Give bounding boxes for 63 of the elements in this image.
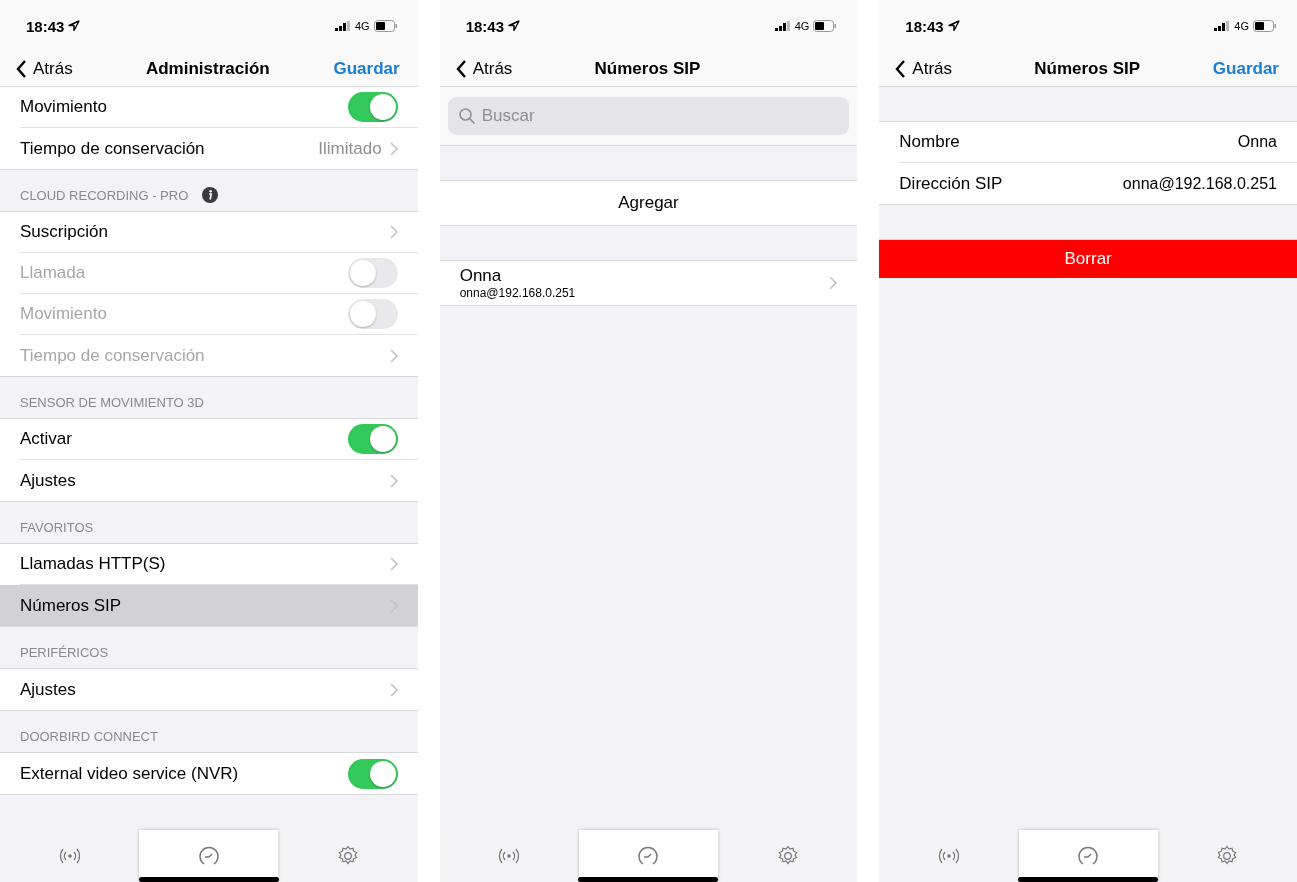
save-button[interactable]: Guardar (333, 59, 400, 79)
settings-row[interactable]: Ajustes (20, 460, 418, 501)
battery-icon (813, 20, 838, 32)
clock-icon (197, 845, 220, 867)
chevron-left-icon (895, 60, 907, 78)
settings-row[interactable]: Dirección SIP onna@192.168.0.251 (899, 163, 1297, 204)
broadcast-icon (937, 848, 960, 864)
chevron-icon (389, 557, 398, 571)
status-time: 18:43 (465, 17, 505, 35)
status-time: 18:43 (26, 17, 65, 35)
section-header: FAVORITOS (20, 520, 94, 535)
chevron-icon (389, 348, 398, 363)
clock-icon (1077, 845, 1100, 867)
settings-icon (337, 845, 360, 867)
toggle-switch[interactable] (347, 92, 398, 122)
network-label: 4G (794, 20, 810, 32)
signal-icon (774, 21, 791, 31)
settings-row[interactable]: Tiempo de conservación Ilimitado (20, 128, 418, 169)
settings-row[interactable]: Activar (20, 419, 418, 460)
info-icon[interactable] (202, 187, 219, 203)
broadcast-icon (58, 848, 81, 864)
status-time: 18:43 (905, 17, 944, 35)
toggle-switch[interactable] (347, 424, 398, 454)
back-button[interactable]: Atrás (16, 59, 73, 79)
network-label: 4G (354, 20, 370, 32)
nav-title: Números SIP (594, 59, 701, 79)
network-label: 4G (1234, 20, 1249, 32)
nav-title: Números SIP (1034, 59, 1141, 79)
settings-icon (1216, 845, 1239, 867)
section-header: PERIFÉRICOS (20, 645, 109, 660)
section-header: DOORBIRD CONNECT (20, 729, 158, 744)
chevron-icon (829, 276, 838, 290)
signal-icon (334, 21, 351, 31)
broadcast-icon (498, 848, 521, 864)
chevron-left-icon (16, 60, 27, 78)
add-button[interactable]: Agregar (439, 181, 858, 226)
delete-button[interactable]: Borrar (879, 240, 1297, 278)
clock-icon (637, 845, 660, 867)
battery-icon (373, 20, 398, 32)
location-arrow-icon (68, 20, 81, 32)
back-button[interactable]: Atrás (455, 59, 513, 79)
chevron-icon (389, 473, 398, 488)
contact-row[interactable]: Onna onna@192.168.0.251 (439, 261, 858, 306)
chevron-icon (389, 225, 398, 239)
search-field[interactable]: Buscar (447, 97, 850, 135)
location-arrow-icon (947, 20, 960, 32)
toggle-switch[interactable] (347, 758, 398, 789)
settings-row[interactable]: Movimiento (20, 87, 418, 128)
settings-row[interactable]: Suscripción (20, 212, 418, 253)
signal-icon (1214, 21, 1231, 31)
section-header: SENSOR DE MOVIMIENTO 3D (20, 395, 204, 410)
location-arrow-icon (508, 20, 521, 32)
back-button[interactable]: Atrás (895, 59, 952, 79)
chevron-icon (389, 141, 398, 156)
chevron-left-icon (455, 60, 467, 78)
section-header: CLOUD RECORDING - PRO (20, 188, 189, 203)
search-icon (457, 107, 476, 125)
settings-row[interactable]: Nombre Onna (899, 122, 1297, 163)
settings-icon (776, 845, 799, 867)
battery-icon (1253, 20, 1277, 32)
save-button[interactable]: Guardar (1212, 59, 1279, 79)
chevron-icon (389, 682, 398, 697)
nav-title: Administración (145, 59, 270, 79)
